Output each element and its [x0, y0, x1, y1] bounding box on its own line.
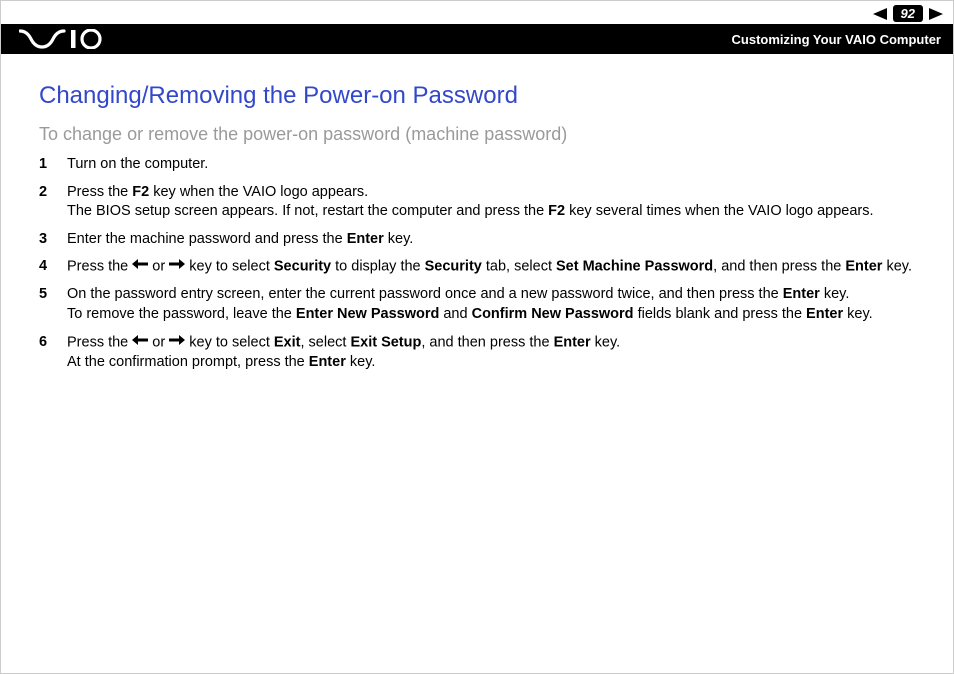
step-number: 2 [39, 183, 67, 222]
arrow-right-icon [169, 332, 185, 352]
bold-text: Exit [274, 334, 301, 350]
arrow-left-icon [132, 332, 148, 352]
step-number: 1 [39, 155, 67, 175]
step-text: Press the or key to select Exit, select … [67, 333, 620, 373]
page-title: Changing/Removing the Power-on Password [39, 82, 915, 110]
step-number: 6 [39, 333, 67, 373]
header-bar: Customizing Your VAIO Computer [1, 24, 953, 54]
bold-text: Enter [309, 354, 346, 370]
bold-text: Enter New Password [296, 306, 439, 322]
bold-text: Exit Setup [350, 334, 421, 350]
step-row: 6Press the or key to select Exit, select… [39, 333, 915, 373]
page-number-badge: 92 [893, 5, 923, 22]
step-text: Enter the machine password and press the… [67, 230, 413, 250]
step-row: 4Press the or key to select Security to … [39, 257, 915, 277]
next-page-icon[interactable] [929, 8, 943, 20]
step-number: 5 [39, 285, 67, 324]
bold-text: Confirm New Password [472, 306, 634, 322]
bold-text: Enter [347, 231, 384, 247]
bold-text: Set Machine Password [556, 259, 713, 275]
steps-list: 1Turn on the computer.2Press the F2 key … [39, 155, 915, 372]
bold-text: F2 [132, 184, 149, 200]
bold-text: F2 [548, 203, 565, 219]
step-row: 5On the password entry screen, enter the… [39, 285, 915, 324]
step-row: 1Turn on the computer. [39, 155, 915, 175]
bold-text: Security [425, 259, 482, 275]
step-row: 2Press the F2 key when the VAIO logo app… [39, 183, 915, 222]
bold-text: Enter [806, 306, 843, 322]
bold-text: Enter [845, 259, 882, 275]
bold-text: Enter [554, 334, 591, 350]
bold-text: Enter [783, 286, 820, 302]
step-text: Press the or key to select Security to d… [67, 257, 912, 277]
step-number: 3 [39, 230, 67, 250]
arrow-left-icon [132, 256, 148, 276]
step-text: Turn on the computer. [67, 155, 208, 175]
header-nav: 92 [1, 1, 953, 24]
prev-page-icon[interactable] [873, 8, 887, 20]
vaio-logo [19, 29, 119, 49]
step-text: Press the F2 key when the VAIO logo appe… [67, 183, 874, 222]
bold-text: Security [274, 259, 331, 275]
section-label: Customizing Your VAIO Computer [732, 32, 941, 47]
arrow-right-icon [169, 256, 185, 276]
content-area: Changing/Removing the Power-on Password … [1, 54, 953, 372]
step-row: 3Enter the machine password and press th… [39, 230, 915, 250]
step-text: On the password entry screen, enter the … [67, 285, 873, 324]
page-subtitle: To change or remove the power-on passwor… [39, 124, 915, 145]
step-number: 4 [39, 257, 67, 277]
